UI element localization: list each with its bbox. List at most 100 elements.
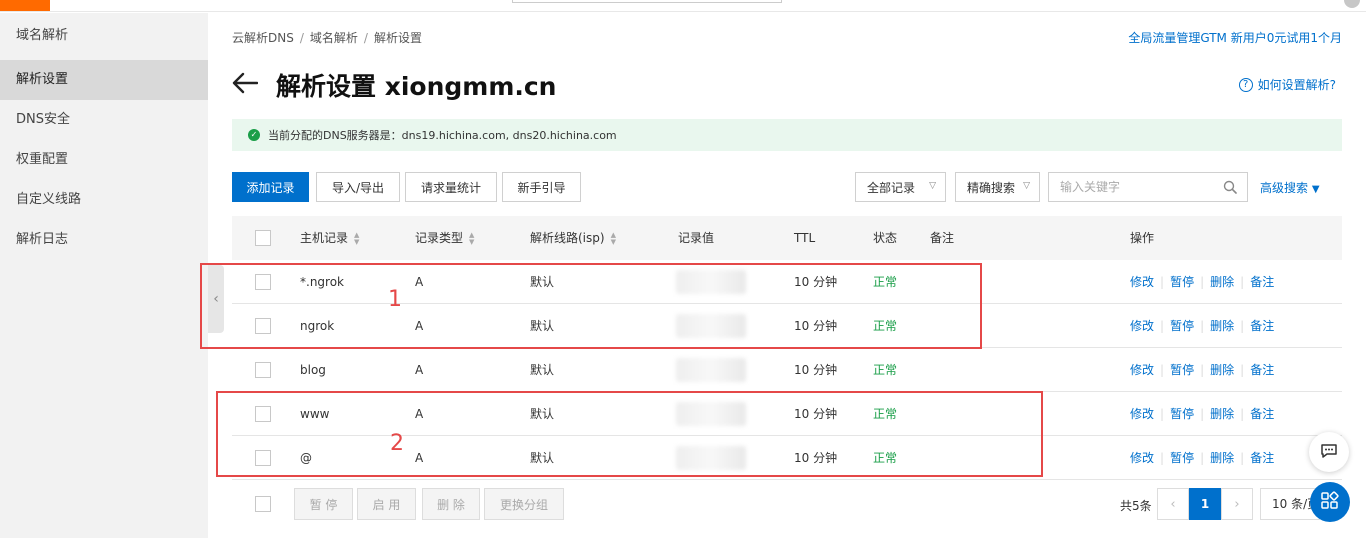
column-header-host-label: 主机记录 (300, 231, 349, 245)
row-checkbox[interactable] (255, 450, 271, 466)
batch-delete-button[interactable]: 删 除 (422, 488, 480, 520)
global-search-box[interactable] (512, 0, 782, 3)
remark-link[interactable]: 备注 (1250, 275, 1274, 289)
chevron-left-icon: ‹ (213, 291, 219, 307)
sort-icon: ▲ ▼ (610, 230, 616, 246)
batch-pause-button[interactable]: 暂 停 (294, 488, 353, 520)
search-mode-select[interactable]: 精确搜索 ▽ (955, 172, 1040, 202)
status-badge: 正常 (873, 451, 898, 465)
avatar[interactable] (1344, 0, 1360, 8)
advanced-search-toggle[interactable]: 高级搜索 ▼ (1260, 179, 1320, 196)
pause-link[interactable]: 暂停 (1170, 407, 1194, 421)
page-title: 解析设置 xiongmm.cn (276, 72, 557, 101)
row-checkbox[interactable] (255, 406, 271, 422)
search-mode-value: 精确搜索 (967, 180, 1016, 195)
status-badge: 正常 (873, 407, 898, 421)
remark-link[interactable]: 备注 (1250, 363, 1274, 377)
toolbar: 添加记录 导入/导出 请求量统计 新手引导 全部记录 ▽ 精确搜索 ▽ 高级搜索… (232, 172, 1342, 202)
column-header-ops: 操作 (1130, 231, 1155, 245)
pause-link[interactable]: 暂停 (1170, 319, 1194, 333)
remark-link[interactable]: 备注 (1250, 319, 1274, 333)
row-checkbox[interactable] (255, 274, 271, 290)
select-all-checkbox[interactable] (255, 230, 271, 246)
sidebar-collapse-handle[interactable]: ‹ (208, 265, 224, 333)
page-button-current[interactable]: 1 (1189, 488, 1221, 520)
help-link[interactable]: ? 如何设置解析? (1238, 76, 1336, 93)
help-link-label: 如何设置解析? (1257, 78, 1336, 92)
chat-float-button[interactable] (1309, 432, 1349, 472)
delete-link[interactable]: 删除 (1210, 275, 1234, 289)
delete-link[interactable]: 删除 (1210, 451, 1234, 465)
sidebar-item-domain-resolution[interactable]: 域名解析 (0, 13, 208, 60)
sidebar-item-weight-config[interactable]: 权重配置 (0, 140, 208, 180)
column-header-type-label: 记录类型 (415, 231, 464, 245)
change-group-button[interactable]: 更换分组 (484, 488, 564, 520)
keyword-search-box (1048, 172, 1248, 202)
row-actions: 修改 | 暂停 | 删除 | 备注 (1130, 363, 1275, 377)
sidebar-item-custom-lines[interactable]: 自定义线路 (0, 180, 208, 220)
line-cell: 默认 (530, 363, 555, 377)
caret-down-icon: ▼ (1311, 184, 1320, 195)
ttl-cell: 10 分钟 (794, 407, 838, 421)
import-export-button[interactable]: 导入/导出 (316, 172, 400, 202)
host-cell: *.ngrok (300, 275, 344, 289)
column-header-host[interactable]: 主机记录 ▲ ▼ (300, 216, 359, 260)
column-header-line[interactable]: 解析线路(isp) ▲ ▼ (530, 216, 616, 260)
record-filter-select[interactable]: 全部记录 ▽ (855, 172, 946, 202)
edit-link[interactable]: 修改 (1130, 275, 1154, 289)
table-header: 主机记录 ▲ ▼ 记录类型 ▲ ▼ 解析线路(isp) ▲ ▼ 记录值 TTL 状态 备注 … (232, 216, 1342, 260)
chat-icon (1320, 442, 1338, 463)
add-record-button[interactable]: 添加记录 (232, 172, 309, 202)
row-checkbox[interactable] (255, 318, 271, 334)
dns-server-notice: ✓ 当前分配的DNS服务器是：dns19.hichina.com, dns20.… (232, 119, 1342, 151)
chevron-left-icon: ‹ (1170, 496, 1176, 512)
type-cell: A (415, 451, 424, 465)
edit-link[interactable]: 修改 (1130, 407, 1154, 421)
search-icon[interactable] (1223, 180, 1237, 194)
sidebar-item-resolution-log[interactable]: 解析日志 (0, 220, 208, 260)
row-actions: 修改 | 暂停 | 删除 | 备注 (1130, 451, 1275, 465)
row-actions: 修改 | 暂停 | 删除 | 备注 (1130, 319, 1275, 333)
search-input[interactable] (1060, 180, 1220, 194)
remark-link[interactable]: 备注 (1250, 451, 1274, 465)
column-header-line-label: 解析线路(isp) (530, 231, 605, 245)
batch-enable-button[interactable]: 启 用 (357, 488, 416, 520)
breadcrumb: 云解析DNS / 域名解析 / 解析设置 (232, 29, 422, 46)
prev-page-button[interactable]: ‹ (1157, 488, 1189, 520)
apps-grid-icon (1320, 490, 1340, 514)
request-stats-button[interactable]: 请求量统计 (405, 172, 497, 202)
sort-icon: ▲ ▼ (354, 230, 360, 246)
brand-logo[interactable] (0, 0, 50, 11)
pause-link[interactable]: 暂停 (1170, 275, 1194, 289)
back-arrow-icon[interactable] (232, 71, 276, 99)
delete-link[interactable]: 删除 (1210, 407, 1234, 421)
edit-link[interactable]: 修改 (1130, 363, 1154, 377)
delete-link[interactable]: 删除 (1210, 319, 1234, 333)
column-header-type[interactable]: 记录类型 ▲ ▼ (415, 216, 474, 260)
sidebar: 域名解析 解析设置 DNS安全 权重配置 自定义线路 解析日志 (0, 13, 208, 538)
next-page-button[interactable]: › (1221, 488, 1253, 520)
ttl-cell: 10 分钟 (794, 319, 838, 333)
gtm-promo-link[interactable]: 全局流量管理GTM 新用户0元试用1个月 (1128, 29, 1342, 46)
remark-link[interactable]: 备注 (1250, 407, 1274, 421)
ttl-cell: 10 分钟 (794, 275, 838, 289)
breadcrumb-separator: / (299, 31, 304, 45)
table-row: www A 默认 10 分钟 正常 修改 | 暂停 | 删除 | 备注 (232, 392, 1342, 436)
apps-float-button[interactable] (1310, 482, 1350, 522)
guide-button[interactable]: 新手引导 (502, 172, 581, 202)
ttl-cell: 10 分钟 (794, 363, 838, 377)
check-circle-icon: ✓ (248, 129, 260, 141)
pause-link[interactable]: 暂停 (1170, 451, 1194, 465)
breadcrumb-separator: / (363, 31, 368, 45)
edit-link[interactable]: 修改 (1130, 319, 1154, 333)
row-checkbox[interactable] (255, 362, 271, 378)
sidebar-item-resolution-settings[interactable]: 解析设置 (0, 60, 208, 100)
sidebar-item-dns-security[interactable]: DNS安全 (0, 100, 208, 140)
breadcrumb-current: 解析设置 (373, 31, 422, 45)
edit-link[interactable]: 修改 (1130, 451, 1154, 465)
breadcrumb-link-cloud-dns[interactable]: 云解析DNS (232, 31, 294, 45)
delete-link[interactable]: 删除 (1210, 363, 1234, 377)
pause-link[interactable]: 暂停 (1170, 363, 1194, 377)
footer-select-all-checkbox[interactable] (255, 496, 271, 512)
breadcrumb-link-domain-resolution[interactable]: 域名解析 (310, 31, 358, 45)
